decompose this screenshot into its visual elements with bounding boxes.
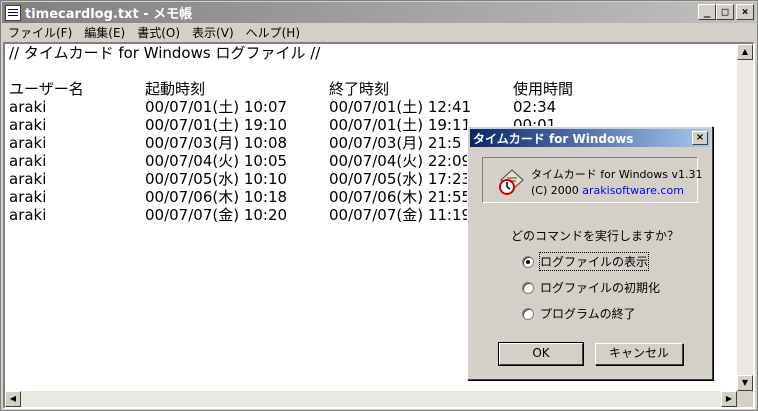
row-end: 00/07/01(土) 19:11 — [329, 116, 472, 134]
menu-view[interactable]: 表示(V) — [186, 24, 240, 41]
row-user: araki — [9, 170, 47, 188]
row-end: 00/07/04(火) 22:09 — [329, 152, 472, 170]
log-rows: araki 00/07/01(土) 10:07 00/07/01(土) 12:41 0… — [9, 98, 556, 224]
row-start: 00/07/07(金) 10:20 — [145, 206, 288, 224]
option-exit-label: プログラムの終了 — [540, 307, 636, 321]
row-end: 00/07/03(月) 21:5 — [329, 134, 462, 152]
row-user: araki — [9, 152, 47, 170]
option-show-log-label: ログファイルの表示 — [538, 252, 650, 271]
menu-format[interactable]: 書式(O) — [131, 24, 186, 41]
minimize-button[interactable]: _ — [698, 4, 716, 20]
option-show-log[interactable]: ログファイルの表示 — [522, 252, 650, 271]
row-start: 00/07/03(月) 10:08 — [145, 134, 288, 152]
row-user: araki — [9, 188, 47, 206]
option-exit[interactable]: プログラムの終了 — [522, 305, 636, 322]
log-row: araki 00/07/03(月) 10:08 00/07/03(月) 21:5 — [9, 134, 462, 152]
vertical-scrollbar[interactable]: ▲ ▼ — [737, 44, 753, 391]
row-end: 00/07/06(木) 21:55 — [329, 188, 472, 206]
row-duration: 02:34 — [513, 98, 557, 116]
col-duration: 使用時間 — [513, 80, 574, 98]
radio-show-log[interactable] — [522, 255, 534, 268]
ok-button[interactable]: OK — [498, 342, 584, 366]
app-info-panel: タイムカード for Windows v1.31 (C) 2000 arakis… — [482, 157, 703, 203]
text-content: // タイムカード for Windows ログファイル // ユーザー名 起動… — [9, 44, 573, 224]
copyright-year: (C) 2000 — [531, 184, 579, 197]
horizontal-scrollbar[interactable]: ◀ ▶ — [5, 391, 737, 407]
notepad-icon — [5, 4, 21, 21]
menubar: ファイル(F) 編集(E) 書式(O) 表示(V) ヘルプ(H) — [2, 23, 756, 42]
radio-init-log[interactable] — [522, 281, 534, 294]
command-question: どのコマンドを実行しますか？ — [511, 229, 680, 243]
notepad-titlebar[interactable]: timecardlog.txt - メモ帳 _ □ × — [2, 2, 756, 23]
timecard-clock-icon — [499, 169, 524, 195]
row-end: 00/07/01(土) 12:41 — [329, 98, 472, 116]
log-row: araki 00/07/01(土) 19:10 00/07/01(土) 19:11 0… — [9, 116, 556, 134]
company-link[interactable]: arakisoftware.com — [582, 184, 684, 197]
column-headers: ユーザー名 起動時刻 終了時刻 使用時間 — [9, 80, 573, 98]
scroll-up-icon[interactable]: ▲ — [737, 44, 753, 60]
menu-edit[interactable]: 編集(E) — [78, 24, 131, 41]
timecard-dialog: タイムカード for Windows × タイムカード for Windows … — [467, 126, 713, 380]
close-button[interactable]: × — [736, 4, 754, 20]
menu-file[interactable]: ファイル(F) — [2, 24, 78, 41]
row-user: araki — [9, 116, 47, 134]
window-controls: _ □ × — [698, 4, 754, 20]
row-end: 00/07/07(金) 11:19 — [329, 206, 472, 224]
dialog-titlebar[interactable]: タイムカード for Windows × — [470, 129, 710, 147]
option-init-log[interactable]: ログファイルの初期化 — [522, 279, 660, 296]
maximize-button[interactable]: □ — [716, 4, 734, 20]
row-start: 00/07/01(土) 10:07 — [145, 98, 288, 116]
radio-exit[interactable] — [522, 307, 534, 320]
notepad-title: timecardlog.txt - メモ帳 — [25, 7, 193, 22]
log-row: araki 00/07/06(木) 10:18 00/07/06(木) 21:55 — [9, 188, 471, 206]
row-user: araki — [9, 134, 47, 152]
col-user: ユーザー名 — [9, 80, 84, 98]
dialog-close-button[interactable]: × — [692, 131, 708, 145]
log-row: araki 00/07/07(金) 10:20 00/07/07(金) 11:19 — [9, 206, 471, 224]
row-start: 00/07/06(木) 10:18 — [145, 188, 288, 206]
app-name: タイムカード for Windows v1.31 — [531, 168, 703, 181]
row-start: 00/07/05(水) 10:10 — [145, 170, 288, 188]
dialog-title: タイムカード for Windows — [473, 131, 634, 146]
scrollbar-corner — [737, 391, 753, 407]
row-start: 00/07/04(火) 10:05 — [145, 152, 288, 170]
row-user: araki — [9, 206, 47, 224]
scroll-left-icon[interactable]: ◀ — [5, 391, 21, 407]
scroll-down-icon[interactable]: ▼ — [737, 375, 753, 391]
option-init-log-label: ログファイルの初期化 — [540, 281, 661, 295]
header-comment: // タイムカード for Windows ログファイル // — [9, 44, 321, 62]
menu-help[interactable]: ヘルプ(H) — [240, 24, 306, 41]
copyright: (C) 2000 arakisoftware.com — [531, 184, 684, 197]
scroll-right-icon[interactable]: ▶ — [721, 391, 737, 407]
log-row: araki 00/07/01(土) 10:07 00/07/01(土) 12:41 0… — [9, 98, 556, 116]
row-start: 00/07/01(土) 19:10 — [145, 116, 288, 134]
col-end: 終了時刻 — [329, 80, 390, 98]
log-row: araki 00/07/04(火) 10:05 00/07/04(火) 22:09 — [9, 152, 471, 170]
row-end: 00/07/05(水) 17:23 — [329, 170, 472, 188]
log-row: araki 00/07/05(水) 10:10 00/07/05(水) 17:23 — [9, 170, 471, 188]
row-user: araki — [9, 98, 47, 116]
col-start: 起動時刻 — [145, 80, 206, 98]
cancel-button[interactable]: キャンセル — [595, 343, 683, 365]
